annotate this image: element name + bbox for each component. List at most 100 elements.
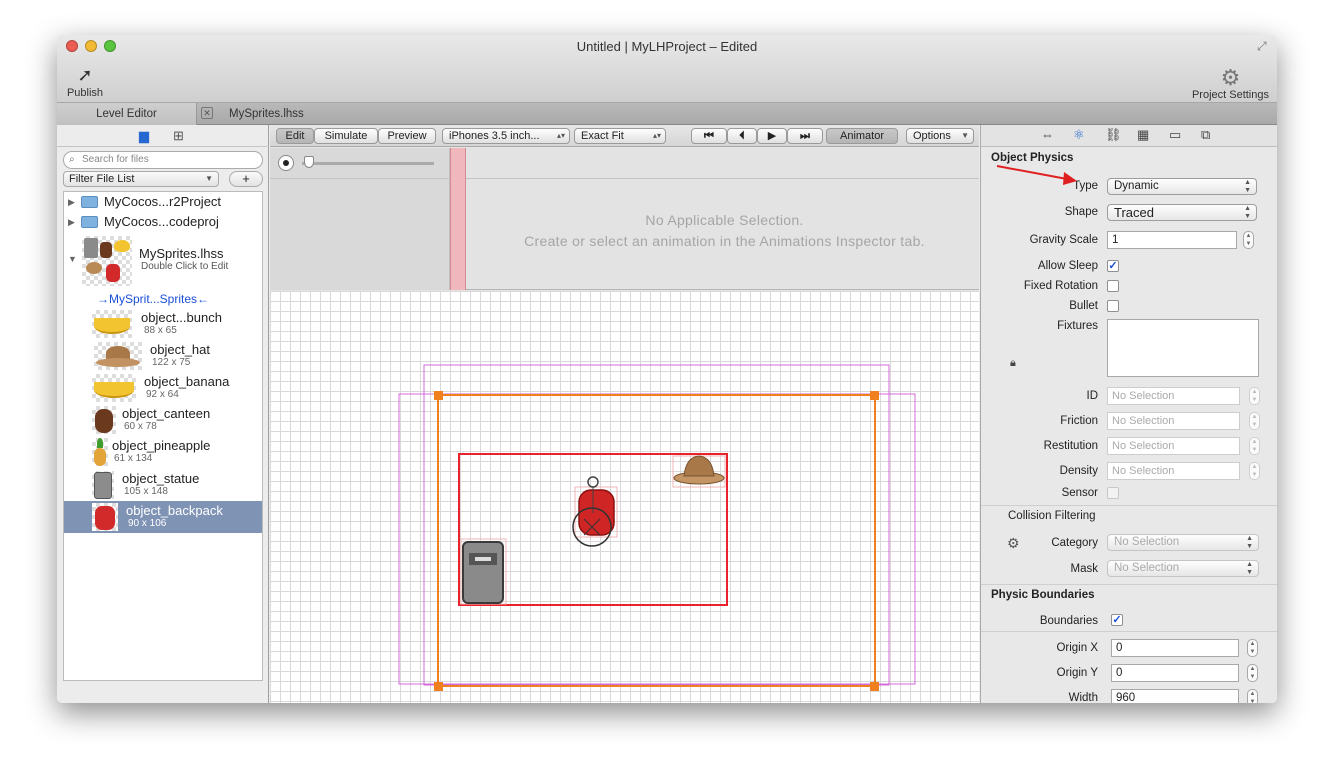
physics-tab-icon[interactable]: ⚛ [1073,127,1085,143]
next-frame-button[interactable]: ⏭ [787,128,823,144]
fixtures-list[interactable] [1107,319,1259,377]
rewind-to-start-button[interactable]: ⏮ [691,128,727,144]
hierarchy-view-icon[interactable]: ⊞ [173,128,184,144]
filter-file-list-popup[interactable]: Filter File List ▼ [63,171,219,187]
folder-view-icon[interactable]: ▆ [139,128,149,144]
sprite-item[interactable]: object_pineapple 61 x 134 [64,436,262,468]
banana-thumbnail [92,374,136,402]
mode-simulate-button[interactable]: Simulate [314,128,378,144]
sprite-sheet-name: MySprites.lhss [139,246,224,261]
options-popup[interactable]: Options ▼ [906,128,974,144]
sprite-size: 90 x 106 [128,518,167,529]
gravity-scale-field[interactable]: 1 [1107,231,1237,249]
origin-x-label: Origin X [1056,642,1098,654]
gravity-scale-stepper[interactable]: ▲ ▼ [1243,231,1254,249]
animations-tab-icon[interactable]: ⧉ [1201,127,1210,143]
sprite-frames-tab-icon[interactable]: ▦ [1137,127,1149,143]
add-file-button[interactable]: + [229,171,263,187]
joints-tab-icon[interactable]: ⛓ [1105,127,1122,143]
tab-sprites-file[interactable]: MySprites.lhss [197,103,1277,125]
disclosure-triangle-icon[interactable]: ▶ [68,192,75,212]
search-input[interactable]: ⌕ Search for files [63,151,263,169]
width-label: Width [1068,692,1098,703]
bullet-checkbox[interactable] [1107,300,1119,312]
sprite-item[interactable]: object_hat 122 x 75 [64,340,262,372]
previous-frame-button[interactable]: ⏴ [727,128,757,144]
sprite-item[interactable]: object_canteen 60 x 78 [64,404,262,436]
sprite-item[interactable]: object_banana 92 x 64 [64,372,262,404]
play-button[interactable]: ▶ [757,128,787,144]
sprite-sheet-row[interactable]: ▼ MySprites.lhss Double Click to Edit [64,236,262,288]
origin-x-field[interactable]: 0 [1111,639,1239,657]
section-divider [981,505,1277,506]
disclosure-triangle-icon[interactable]: ▶ [68,212,75,232]
fit-popup[interactable]: Exact Fit ▴▾ [574,128,666,144]
timeline-controls [270,148,450,290]
mask-popup[interactable]: No Selection ▲ ▼ [1107,560,1259,577]
disclosure-triangle-icon[interactable]: ▼ [68,254,77,264]
id-field[interactable]: No Selection [1107,387,1240,405]
mode-edit-button[interactable]: Edit [276,128,314,144]
timeline-scale[interactable] [302,162,434,165]
backpack-thumbnail [92,503,118,531]
device-value: iPhones 3.5 inch... [449,130,540,142]
title-bar: Untitled | MyLHProject – Edited ⤢ ➚ Publ… [57,35,1277,103]
mask-label: Mask [1070,563,1098,575]
folder-row[interactable]: ▶ MyCocos...r2Project [64,192,262,212]
publish-arrow-icon: ➚ [77,65,93,85]
camera-tab-icon[interactable]: ▭ [1169,127,1181,143]
device-popup[interactable]: iPhones 3.5 inch... ▴▾ [442,128,570,144]
inspector-tab-bar: ⇔ ⚛ ⛓ ▦ ▭ ⧉ [981,125,1277,147]
hat-thumbnail [94,342,142,370]
friction-label: Friction [1060,415,1098,427]
restitution-stepper[interactable]: ▲ ▼ [1249,437,1260,455]
record-button[interactable] [278,155,294,171]
allow-sleep-checkbox[interactable]: ✓ [1107,260,1119,272]
density-stepper[interactable]: ▲ ▼ [1249,462,1260,480]
sprite-item-selected[interactable]: object_backpack 90 x 106 [64,501,262,533]
boundaries-label: Boundaries [1039,615,1098,627]
sensor-checkbox[interactable] [1107,487,1119,499]
folder-icon [81,216,98,228]
timeline-scale-knob[interactable] [304,156,314,168]
sprite-item[interactable]: object_statue 105 x 148 [64,469,262,501]
options-label: Options [913,130,951,142]
playhead-marker[interactable] [450,148,466,290]
friction-field[interactable]: No Selection [1107,412,1240,430]
properties-tab-icon[interactable]: ⇔ [1041,127,1054,142]
origin-x-stepper[interactable]: ▲ ▼ [1247,639,1258,657]
project-settings-button[interactable]: ⚙ Project Settings [1192,65,1269,101]
sprite-group-label[interactable]: →MySprit...Sprites← [97,292,209,306]
sprite-name: object_pineapple [112,438,211,453]
allow-sleep-label: Allow Sleep [1037,260,1098,272]
publish-button[interactable]: ➚ Publish [65,65,105,99]
chevron-updown-icon: ▲ ▼ [1244,179,1251,194]
mode-preview-button[interactable]: Preview [378,128,436,144]
lock-icon[interactable]: 🔒︎ [1010,357,1016,370]
tab-level-editor[interactable]: Level Editor [57,103,197,125]
folder-name: MyCocos...codeproj [104,214,219,229]
level-canvas[interactable] [270,291,979,703]
restitution-field[interactable]: No Selection [1107,437,1240,455]
fullscreen-icon[interactable]: ⤢ [1257,39,1271,53]
shape-popup[interactable]: Traced ▲ ▼ [1107,204,1257,221]
boundaries-checkbox[interactable]: ✓ [1111,614,1123,626]
animator-toggle[interactable]: Animator [826,128,898,144]
folder-row[interactable]: ▶ MyCocos...codeproj [64,212,262,232]
width-field[interactable]: 960 [1111,689,1239,703]
timeline-empty-message: No Applicable Selection. [645,212,804,228]
density-field[interactable]: No Selection [1107,462,1240,480]
density-label: Density [1059,465,1098,477]
fixed-rotation-checkbox[interactable] [1107,280,1119,292]
origin-y-stepper[interactable]: ▲ ▼ [1247,664,1258,682]
type-popup[interactable]: Dynamic ▲ ▼ [1107,178,1257,195]
category-popup[interactable]: No Selection ▲ ▼ [1107,534,1259,551]
id-stepper[interactable]: ▲ ▼ [1249,387,1260,405]
chevron-down-icon: ▼ [205,174,213,183]
width-stepper[interactable]: ▲ ▼ [1247,689,1258,703]
origin-y-field[interactable]: 0 [1111,664,1239,682]
sensor-label: Sensor [1061,487,1098,499]
level-editor-area: Edit Simulate Preview iPhones 3.5 inch..… [270,125,979,703]
sprite-item[interactable]: object...bunch 88 x 65 [64,308,262,340]
friction-stepper[interactable]: ▲ ▼ [1249,412,1260,430]
